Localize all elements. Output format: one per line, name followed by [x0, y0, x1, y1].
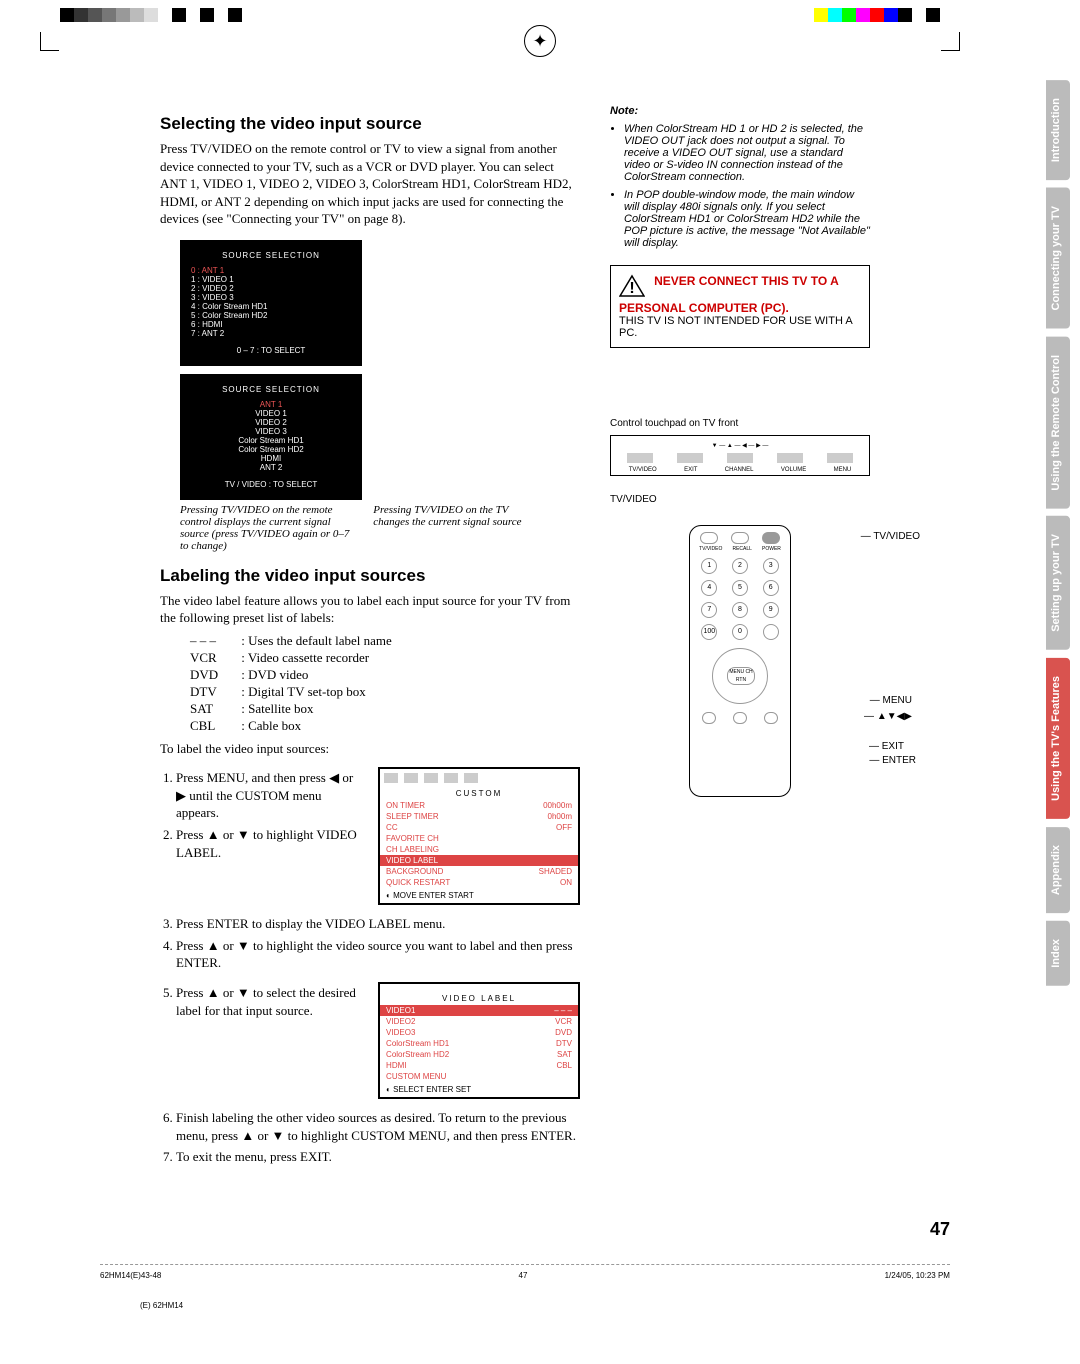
- svg-text:!: !: [629, 280, 634, 297]
- note-item: In POP double-window mode, the main wind…: [624, 189, 870, 249]
- osd-custom-menu: CUSTOM ON TIMER00h00mSLEEP TIMER0h00mCCO…: [378, 767, 580, 905]
- print-footer: 62HM14(E)43-48471/24/05, 10:23 PM: [100, 1264, 950, 1280]
- crop-mark-icon: [40, 32, 59, 51]
- note-item: When ColorStream HD 1 or HD 2 is selecte…: [624, 123, 870, 183]
- page-number: 47: [930, 1219, 950, 1240]
- osd-video-label-menu: VIDEO LABEL VIDEO1– – –VIDEO2VCRVIDEO3DV…: [378, 982, 580, 1099]
- label-definitions: – – – : Uses the default label nameVCR :…: [190, 633, 580, 734]
- steps-list: Finish labeling the other video sources …: [176, 1109, 580, 1166]
- registration-mark-icon: [524, 25, 556, 57]
- osd-source-tv: SOURCE SELECTION ANT 1VIDEO 1VIDEO 2VIDE…: [180, 374, 362, 500]
- step: Finish labeling the other video sources …: [176, 1109, 580, 1144]
- imposition-mark: (E) 62HM14: [140, 1301, 183, 1310]
- section-tab: Connecting your TV: [1046, 188, 1070, 329]
- steps-list: Press ENTER to display the VIDEO LABEL m…: [176, 915, 580, 972]
- step: Press ▲ or ▼ to highlight the video sour…: [176, 937, 580, 972]
- note-heading: Note:: [610, 104, 870, 119]
- warning-box: ! NEVER CONNECT THIS TV TO A PERSONAL CO…: [610, 265, 870, 348]
- touchpad-heading: Control touchpad on TV front: [610, 418, 870, 429]
- remote-diagram: TV/VIDEORECALLPOWER 123 456 789 1000 MEN…: [610, 525, 870, 797]
- body-text: The video label feature allows you to la…: [160, 592, 580, 627]
- heading-selecting-source: Selecting the video input source: [160, 114, 580, 134]
- step: Press ▲ or ▼ to highlight VIDEO LABEL.: [176, 826, 364, 861]
- steps-list: Press ▲ or ▼ to select the desired label…: [176, 980, 364, 1023]
- warning-triangle-icon: !: [619, 274, 645, 301]
- body-text: Press TV/VIDEO on the remote control or …: [160, 140, 580, 228]
- section-tab: Setting up your TV: [1046, 516, 1070, 650]
- body-text: To label the video input sources:: [160, 740, 580, 758]
- caption: Pressing TV/VIDEO on the remote control …: [180, 504, 350, 552]
- notes-list: When ColorStream HD 1 or HD 2 is selecte…: [624, 123, 870, 249]
- osd-source-remote: SOURCE SELECTION 0 : ANT 11 : VIDEO 12 :…: [180, 240, 362, 366]
- print-color-bar: [60, 8, 256, 22]
- section-tab: Index: [1046, 921, 1070, 986]
- section-tab: Appendix: [1046, 827, 1070, 913]
- section-tab: Using the TV's Features: [1046, 658, 1070, 819]
- step: Press MENU, and then press ◀ or ▶ until …: [176, 769, 364, 822]
- caption: Pressing TV/VIDEO on the TV changes the …: [373, 504, 543, 528]
- step: Press ENTER to display the VIDEO LABEL m…: [176, 915, 580, 933]
- section-tabs: Introduction Connecting your TV Using the …: [1046, 80, 1070, 986]
- section-tab: Introduction: [1046, 80, 1070, 180]
- step: To exit the menu, press EXIT.: [176, 1148, 580, 1166]
- print-color-bar-2: [800, 8, 940, 22]
- step: Press ▲ or ▼ to select the desired label…: [176, 984, 364, 1019]
- touchpad-diagram: ▼ — ▲ — ◀ — ▶ — TV/VIDEOEXITCHANNELVOLUM…: [610, 435, 870, 476]
- section-tab: Using the Remote Control: [1046, 337, 1070, 509]
- steps-list: Press MENU, and then press ◀ or ▶ until …: [176, 765, 364, 865]
- heading-labeling-sources: Labeling the video input sources: [160, 566, 580, 586]
- touchpad-callout: TV/VIDEO: [610, 494, 870, 505]
- crop-mark-icon: [941, 32, 960, 51]
